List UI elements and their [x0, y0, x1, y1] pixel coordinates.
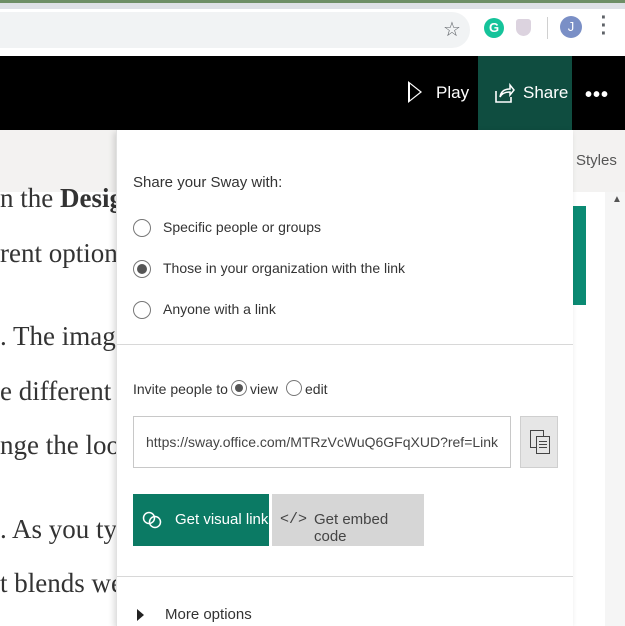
styles-tab[interactable]: Styles	[576, 152, 617, 169]
share-link-field[interactable]	[134, 417, 506, 467]
get-visual-link-button[interactable]: Get visual link	[133, 494, 269, 546]
share-panel: Share your Sway with: Specific people or…	[116, 130, 573, 626]
doc-line: . The image	[0, 321, 128, 351]
caret-right-icon	[137, 609, 144, 621]
divider	[117, 344, 573, 345]
visual-link-icon	[142, 511, 162, 529]
edit-label[interactable]: edit	[305, 381, 328, 397]
audience-option-label: Those in your organization with the link	[163, 260, 406, 276]
play-button[interactable]: Play	[390, 56, 478, 130]
audience-option-organization[interactable]: Those in your organization with the link	[133, 260, 433, 280]
toolbar-separator	[547, 17, 548, 39]
more-options-label: More options	[165, 606, 252, 623]
app-header: Play Share •••	[0, 56, 625, 130]
audience-option-label: Specific people or groups	[163, 219, 321, 235]
shield-icon[interactable]	[516, 19, 531, 36]
kebab-icon[interactable]: · · ·	[598, 8, 610, 44]
doc-line: n the Desig	[0, 183, 123, 213]
doc-line: t blends we	[0, 568, 123, 598]
browser-toolbar: ☆ G J · · ·	[0, 0, 625, 56]
edit-radio[interactable]	[286, 380, 302, 396]
get-visual-link-label: Get visual link	[175, 511, 269, 528]
code-icon: </>	[280, 511, 308, 528]
share-link-box	[133, 416, 511, 468]
doc-line: nge the lool	[0, 430, 128, 460]
scroll-up-icon[interactable]: ▲	[612, 194, 622, 205]
grammarly-icon[interactable]: G	[484, 18, 504, 38]
share-button[interactable]: Share	[478, 56, 572, 130]
share-panel-title: Share your Sway with:	[133, 174, 283, 191]
audience-option-specific[interactable]: Specific people or groups	[133, 219, 433, 239]
get-embed-code-button[interactable]: </> Get embed code	[272, 494, 424, 546]
radio-button[interactable]	[133, 301, 151, 319]
play-label: Play	[436, 83, 470, 102]
divider	[117, 576, 573, 577]
get-embed-code-label: Get embed code	[314, 511, 389, 545]
audience-option-label: Anyone with a link	[163, 301, 276, 317]
tab-strip	[0, 0, 625, 9]
view-label[interactable]: view	[250, 381, 278, 397]
share-label: Share	[523, 83, 569, 102]
more-options-toggle[interactable]: More options	[137, 606, 337, 626]
star-icon[interactable]: ☆	[443, 17, 461, 42]
share-icon	[495, 82, 515, 103]
more-actions-button[interactable]: •••	[585, 84, 609, 107]
doc-line: . As you typ	[0, 514, 131, 544]
style-swatch	[572, 206, 586, 305]
address-bar[interactable]	[0, 12, 470, 48]
view-radio[interactable]	[231, 380, 247, 396]
avatar[interactable]: J	[560, 16, 582, 38]
doc-line: rent option	[0, 238, 118, 268]
invite-label: Invite people to	[133, 381, 228, 397]
scrollbar[interactable]	[605, 192, 625, 626]
doc-line: e different l	[0, 376, 126, 406]
copy-icon-front	[536, 436, 550, 454]
audience-option-anyone[interactable]: Anyone with a link	[133, 301, 433, 321]
copy-link-button[interactable]	[520, 416, 558, 468]
radio-button-selected[interactable]	[133, 260, 151, 278]
play-icon	[408, 81, 422, 103]
radio-button[interactable]	[133, 219, 151, 237]
